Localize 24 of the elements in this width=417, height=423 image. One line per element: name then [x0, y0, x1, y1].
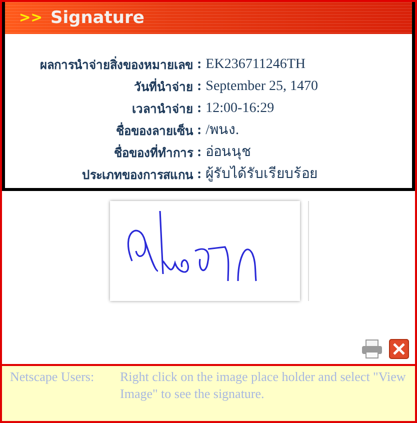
- page-title: Signature: [50, 8, 144, 28]
- field-value: EK236711246TH: [206, 56, 306, 74]
- note-text: Right click on the image place holder and select "View Image" to see the signature.: [120, 368, 407, 403]
- field-label: ชื่อของลายเซ็น: [115, 121, 193, 140]
- separator-text: :: [197, 100, 202, 118]
- arrows-text: >>: [19, 10, 42, 26]
- field-label: เวลานำจ่าย: [131, 101, 193, 118]
- field-value: /พนง.: [206, 122, 240, 140]
- field-value: ผู้รับได้รับเรียบร้อย: [206, 164, 319, 184]
- field-value: September 25, 1470: [206, 78, 320, 96]
- separator-text: :: [197, 166, 202, 184]
- field-value: อ่อนนุช: [206, 144, 253, 162]
- separator-text: :: [197, 78, 202, 96]
- field-label: ประเภทของการสแกน: [81, 167, 193, 184]
- field-label: วันที่นำจ่าย: [133, 77, 193, 96]
- close-icon[interactable]: [389, 339, 409, 359]
- separator-text: :: [197, 144, 202, 162]
- field-value: 12:00-16:29: [206, 100, 276, 118]
- field-label: ชื่อของที่ทำการ: [113, 143, 193, 162]
- separator-text: :: [197, 56, 202, 74]
- printer-icon[interactable]: [361, 339, 383, 359]
- field-label: ผลการนำจ่ายสิ่งของหมายเลข: [39, 55, 193, 74]
- separator-text: :: [197, 122, 202, 140]
- note-label: Netscape Users:: [10, 368, 96, 386]
